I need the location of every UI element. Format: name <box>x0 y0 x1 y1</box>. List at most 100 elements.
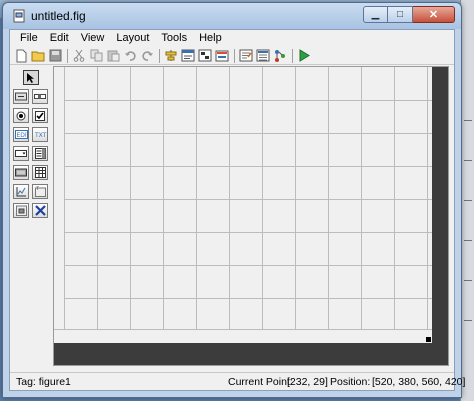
popup-menu-icon <box>15 150 27 157</box>
maximize-icon: □ <box>396 8 404 20</box>
check-box-tool[interactable] <box>32 108 48 123</box>
toggle-button-icon <box>15 168 27 177</box>
align-objects-icon <box>165 50 177 61</box>
listbox-tool[interactable] <box>32 146 48 161</box>
button-group-tool[interactable] <box>13 203 29 218</box>
new-file-button[interactable] <box>13 48 29 64</box>
axes-icon <box>16 187 26 197</box>
edit-text-tool[interactable]: EDIT <box>13 127 29 142</box>
object-browser-icon <box>275 50 285 62</box>
status-bar: Tag: figure1 Current Point: [232, 29] Po… <box>10 372 465 390</box>
figure-boundary-bottom <box>54 343 448 365</box>
svg-text:TXT: TXT <box>34 132 47 139</box>
toolbar-separator <box>67 48 68 63</box>
toolbar-editor-icon <box>215 50 229 62</box>
toolbar-separator <box>234 48 235 63</box>
align-objects-button[interactable] <box>163 48 179 64</box>
popup-menu-tool[interactable] <box>13 146 29 161</box>
static-text-icon: TXT <box>34 132 47 139</box>
toggle-button-tool[interactable] <box>13 165 29 180</box>
position-value: [520, 380, 560, 420] <box>372 376 466 388</box>
slider-tool[interactable] <box>32 89 48 104</box>
check-box-icon <box>35 110 45 121</box>
menu-view[interactable]: View <box>75 30 111 47</box>
menu-edit[interactable]: Edit <box>44 30 75 47</box>
toolbar-editor-button[interactable] <box>214 48 230 64</box>
figure-resize-handle[interactable] <box>426 337 431 342</box>
select-tool-button[interactable] <box>23 70 39 85</box>
title-bar[interactable]: untitled.fig ▁ □ ✕ <box>3 3 461 29</box>
run-figure-icon <box>299 49 310 62</box>
status-tag: Tag: figure1 <box>16 376 71 388</box>
layout-grid-edge <box>54 329 434 343</box>
select-arrow-icon <box>27 72 34 83</box>
maximize-button[interactable]: □ <box>388 6 413 23</box>
edit-text-icon: EDIT <box>14 130 28 139</box>
cut-button[interactable] <box>71 48 87 64</box>
copy-button[interactable] <box>88 48 104 64</box>
figure-boundary-right <box>432 67 448 365</box>
axes-tool[interactable] <box>13 184 29 199</box>
svg-text:EDIT: EDIT <box>16 132 28 139</box>
close-icon: ✕ <box>428 8 439 21</box>
window-client-area: File Edit View Layout Tools Help EDI TXT… <box>9 29 465 391</box>
slider-icon <box>34 94 46 99</box>
redo-button[interactable] <box>139 48 155 64</box>
menu-file[interactable]: File <box>14 30 44 47</box>
menu-help[interactable]: Help <box>193 30 228 47</box>
undo-icon <box>124 51 136 61</box>
button-group-icon <box>15 205 27 216</box>
layout-canvas[interactable] <box>53 66 449 366</box>
menu-bar: File Edit View Layout Tools Help <box>10 30 454 47</box>
redo-icon <box>141 51 153 61</box>
radio-button-tool[interactable] <box>13 108 29 123</box>
copy-icon <box>90 49 102 62</box>
table-tool[interactable] <box>32 165 48 180</box>
toolbar <box>10 47 454 65</box>
panel-tool[interactable]: T <box>32 184 48 199</box>
run-figure-button[interactable] <box>296 48 312 64</box>
minimize-icon: ▁ <box>371 8 380 20</box>
open-button[interactable] <box>30 48 46 64</box>
new-file-icon <box>16 49 26 62</box>
property-inspector-icon <box>256 49 270 62</box>
tab-order-icon <box>198 49 212 62</box>
property-inspector-button[interactable] <box>255 48 271 64</box>
menu-editor-button[interactable] <box>180 48 196 64</box>
guide-window: untitled.fig ▁ □ ✕ File Edit View Layout… <box>2 2 465 398</box>
background-window-edge <box>460 0 474 401</box>
push-button-icon <box>15 92 27 101</box>
figure-file-icon <box>13 9 25 23</box>
object-browser-button[interactable] <box>272 48 288 64</box>
m-file-editor-button[interactable] <box>238 48 254 64</box>
cut-icon <box>73 49 85 62</box>
activex-control-tool[interactable] <box>32 203 48 218</box>
activex-control-icon <box>34 205 46 216</box>
m-file-editor-icon <box>239 49 253 62</box>
window-title: untitled.fig <box>31 9 86 23</box>
tab-order-button[interactable] <box>197 48 213 64</box>
push-button-tool[interactable] <box>13 89 29 104</box>
current-point-label: Current Point: <box>228 376 293 388</box>
radio-button-icon <box>16 111 26 120</box>
listbox-icon <box>34 148 46 159</box>
static-text-tool[interactable]: TXT <box>32 127 48 142</box>
menu-editor-icon <box>181 49 195 62</box>
close-button[interactable]: ✕ <box>413 6 455 23</box>
paste-icon <box>107 50 119 62</box>
paste-button[interactable] <box>105 48 121 64</box>
current-point-value: [232, 29] <box>287 376 328 388</box>
undo-button[interactable] <box>122 48 138 64</box>
layout-grid <box>64 67 434 329</box>
panel-icon: T <box>34 186 46 197</box>
toolbar-separator <box>159 48 160 63</box>
position-label: Position: <box>330 376 371 388</box>
toolbar-separator <box>292 48 293 63</box>
menu-layout[interactable]: Layout <box>110 30 155 47</box>
menu-tools[interactable]: Tools <box>155 30 193 47</box>
svg-text:T: T <box>35 186 39 191</box>
table-icon <box>34 167 46 178</box>
save-button[interactable] <box>47 48 63 64</box>
save-icon <box>49 49 61 62</box>
minimize-button[interactable]: ▁ <box>363 6 388 23</box>
